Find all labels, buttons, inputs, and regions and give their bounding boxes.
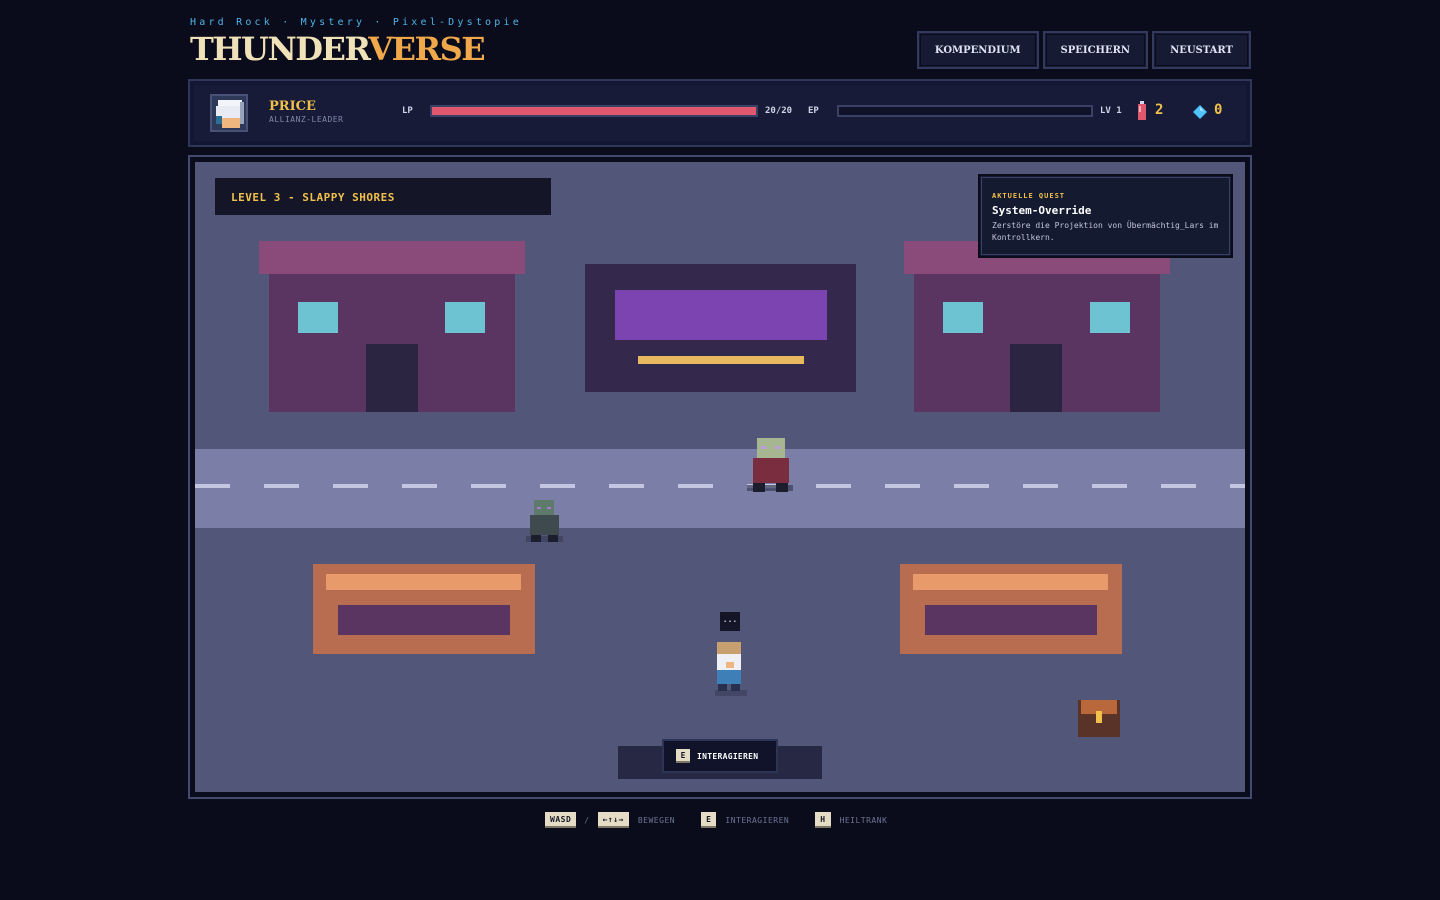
key-separator: / <box>584 815 590 825</box>
road-dash <box>540 484 575 488</box>
quest-kicker: AKTUELLE QUEST <box>992 192 1066 200</box>
road-dash <box>195 484 230 488</box>
enemy-foot <box>548 535 558 542</box>
enemy-foot <box>531 535 541 542</box>
top-menu: KOMPENDIUM SPEICHERN NEUSTART <box>916 31 1251 69</box>
left-house-door[interactable] <box>366 344 418 412</box>
logo-part-2: VERSE <box>368 30 485 68</box>
interact-prompt-label: INTERAGIEREN <box>697 751 759 761</box>
level-indicator: LV 1 <box>1100 106 1122 116</box>
right-house-door[interactable] <box>1010 344 1062 412</box>
key-wasd: WASD <box>545 812 577 828</box>
avatar-portrait-icon <box>212 96 246 130</box>
road-dash <box>1161 484 1196 488</box>
interact-prompt[interactable]: E INTERAGIEREN <box>662 739 778 773</box>
potion-count: 2 <box>1155 102 1164 118</box>
save-button[interactable]: SPEICHERN <box>1042 31 1149 69</box>
left-bench-seat <box>338 605 510 635</box>
right-bench-seat <box>925 605 1097 635</box>
move-label: BEWEGEN <box>637 815 676 825</box>
road-dash <box>609 484 644 488</box>
right-bench-top <box>913 574 1108 590</box>
player-character[interactable] <box>717 670 741 684</box>
potion-icon <box>1138 101 1146 120</box>
player-foot <box>718 684 727 691</box>
ep-label: EP <box>808 106 819 116</box>
quest-title: System-Override <box>992 204 1092 217</box>
enemy-eye <box>761 446 766 449</box>
road-dash <box>816 484 851 488</box>
billboard-screen <box>615 290 827 340</box>
key-e: E <box>701 812 717 828</box>
gem-count: 0 <box>1214 102 1223 118</box>
game-tagline: Hard Rock · Mystery · Pixel-Dystopie <box>190 17 522 28</box>
road-dash <box>678 484 713 488</box>
level-title: LEVEL 3 - SLAPPY SHORES <box>215 178 551 215</box>
chest-lock-icon <box>1096 711 1102 723</box>
key-arrows: ←↑↓→ <box>597 812 629 828</box>
logo-part-1: THUNDER <box>190 30 370 68</box>
hud-panel: PRICE ALLIANZ-LEADER LP 20/20 EP LV 1 2 … <box>194 85 1246 141</box>
interact-prompt-key: E <box>676 749 690 763</box>
restart-button[interactable]: NEUSTART <box>1152 31 1251 69</box>
player-skin <box>726 662 734 668</box>
player-avatar <box>210 94 248 132</box>
road-dash <box>471 484 506 488</box>
enemy-brute[interactable] <box>753 458 789 483</box>
key-h: H <box>815 812 831 828</box>
controls-legend: WASD / ←↑↓→ BEWEGEN E INTERAGIEREN H HEI… <box>545 812 887 828</box>
lp-value: 20/20 <box>765 106 793 116</box>
enemy-foot <box>776 483 788 492</box>
game-world[interactable]: ... LEVEL 3 - SLAPPY SHORES AKTUELLE QUE… <box>195 162 1245 792</box>
enemy-foot <box>753 483 765 492</box>
quest-description: Zerstöre die Projektion von Übermächtig_… <box>992 221 1219 242</box>
billboard-light <box>638 356 804 364</box>
road-dash <box>333 484 368 488</box>
player-foot <box>731 684 740 691</box>
player-name: PRICE <box>269 99 316 114</box>
player-speech-bubble: ... <box>720 612 740 631</box>
road-dash <box>1092 484 1127 488</box>
road <box>195 449 1245 528</box>
ep-bar <box>837 105 1093 117</box>
lp-bar-fill <box>432 107 756 115</box>
player-hair <box>717 642 741 654</box>
compendium-button[interactable]: KOMPENDIUM <box>916 31 1039 69</box>
enemy-grunt[interactable] <box>530 515 559 535</box>
right-house-window <box>943 302 983 333</box>
road-dash <box>1230 484 1245 488</box>
road-dash <box>402 484 437 488</box>
lp-bar <box>430 105 758 117</box>
gem-icon <box>1193 105 1207 119</box>
enemy-eye <box>775 446 780 449</box>
left-house-roof <box>259 241 525 274</box>
heal-label: HEILTRANK <box>839 815 888 825</box>
interact-label: INTERAGIEREN <box>725 815 790 825</box>
road-dash <box>885 484 920 488</box>
left-bench-top <box>326 574 521 590</box>
game-logo: THUNDERVERSE <box>190 30 486 68</box>
lp-label: LP <box>402 106 413 116</box>
status-hud: PRICE ALLIANZ-LEADER LP 20/20 EP LV 1 2 … <box>188 79 1252 147</box>
enemy-eye <box>537 507 541 509</box>
quest-panel: AKTUELLE QUEST System-Override Zerstöre … <box>978 174 1233 258</box>
road-dash <box>1023 484 1058 488</box>
left-house-window <box>445 302 485 333</box>
game-viewport[interactable]: ... LEVEL 3 - SLAPPY SHORES AKTUELLE QUE… <box>188 155 1252 799</box>
road-dash <box>954 484 989 488</box>
left-house-window <box>298 302 338 333</box>
enemy-eye <box>547 507 551 509</box>
road-dash <box>264 484 299 488</box>
player-role: ALLIANZ-LEADER <box>269 115 344 124</box>
right-house-window <box>1090 302 1130 333</box>
